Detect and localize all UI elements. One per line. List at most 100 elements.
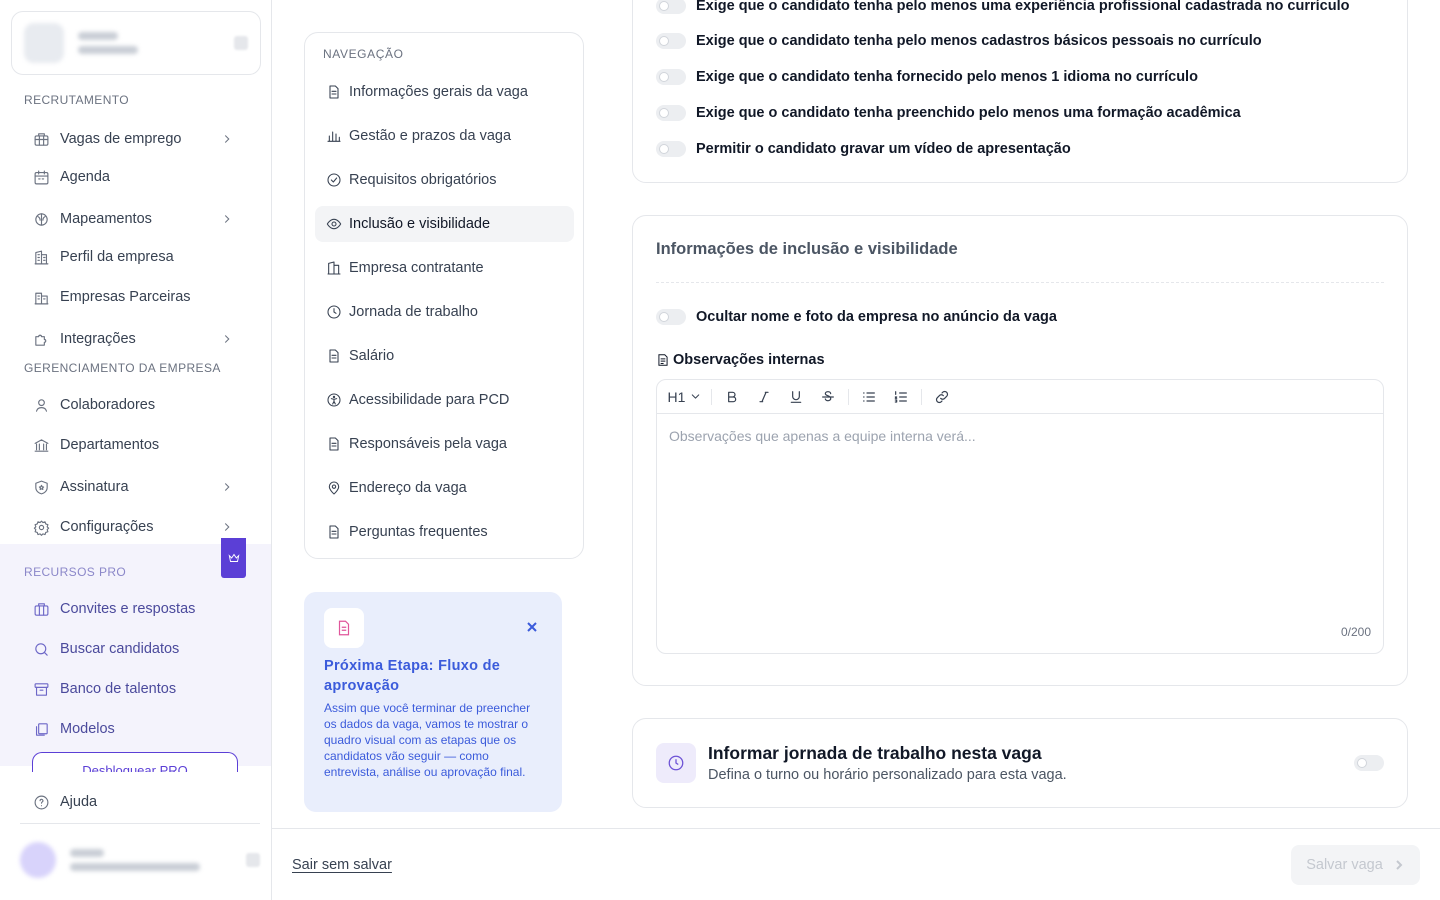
bank-icon xyxy=(32,436,50,454)
briefcase-icon xyxy=(32,130,50,148)
work-schedule-title: Informar jornada de trabalho nesta vaga xyxy=(708,743,1042,763)
sidebar-item-modelos[interactable]: Modelos xyxy=(32,714,244,744)
sidebar-item-banco[interactable]: Banco de talentos xyxy=(32,674,244,704)
bullet-list-button[interactable] xyxy=(857,385,881,409)
bold-button[interactable] xyxy=(720,385,744,409)
toggle-row-video: Permitir o candidato gravar um vídeo de … xyxy=(656,139,1071,159)
subnav-item-jornada[interactable]: Jornada de trabalho xyxy=(315,294,574,330)
link-button[interactable] xyxy=(930,385,954,409)
sidebar-item-assinatura[interactable]: Assinatura xyxy=(32,472,244,502)
subnav-item-inclusao-visibilidade[interactable]: Inclusão e visibilidade xyxy=(315,206,574,242)
building-icon xyxy=(325,259,343,277)
chevron-right-icon xyxy=(220,132,234,146)
chevron-right-icon xyxy=(220,480,234,494)
ordered-list-icon xyxy=(894,390,907,403)
toggle-switch[interactable] xyxy=(656,105,686,121)
toggle-row-cadastros: Exige que o candidato tenha pelo menos c… xyxy=(656,31,1262,51)
toggle-switch[interactable] xyxy=(656,33,686,49)
sidebar-item-convites[interactable]: Convites e respostas xyxy=(32,594,244,624)
sidebar-item-ajuda[interactable]: Ajuda xyxy=(32,787,244,817)
exit-without-saving-link[interactable]: Sair sem salvar xyxy=(292,857,392,873)
sidebar-item-buscar[interactable]: Buscar candidatos xyxy=(32,634,244,664)
section-label-gerenciamento: GERENCIAMENTO DA EMPRESA xyxy=(24,361,221,375)
subnav-item-responsaveis[interactable]: Responsáveis pela vaga xyxy=(315,426,574,462)
close-icon[interactable] xyxy=(526,620,540,634)
clock-icon xyxy=(656,743,696,783)
form-section-navigation: NAVEGAÇÃO Informações gerais da vaga Ges… xyxy=(304,32,584,559)
subnav-item-gestao-prazos[interactable]: Gestão e prazos da vaga xyxy=(315,118,574,154)
sidebar-item-parceiras[interactable]: Empresas Parceiras xyxy=(32,282,244,312)
navigation-title: NAVEGAÇÃO xyxy=(323,47,404,61)
sidebar-item-agenda[interactable]: Agenda xyxy=(32,162,244,192)
toggle-switch[interactable] xyxy=(656,141,686,157)
divider xyxy=(656,282,1384,283)
puzzle-icon xyxy=(32,330,50,348)
archive-icon xyxy=(32,680,50,698)
clock-icon xyxy=(325,303,343,321)
subnav-item-acessibilidade[interactable]: Acessibilidade para PCD xyxy=(315,382,574,418)
strikethrough-icon xyxy=(822,390,834,401)
document-icon xyxy=(324,608,364,648)
toggle-row-idioma: Exige que o candidato tenha fornecido pe… xyxy=(656,67,1198,87)
sidebar-item-configuracoes[interactable]: Configurações xyxy=(32,512,244,542)
link-icon xyxy=(935,390,949,403)
avatar xyxy=(20,842,56,878)
eye-icon xyxy=(325,215,343,233)
strikethrough-button[interactable] xyxy=(816,385,840,409)
section-label-recrutamento: RECRUTAMENTO xyxy=(24,93,130,107)
toggle-switch[interactable] xyxy=(656,69,686,85)
gear-icon xyxy=(32,518,50,536)
bold-icon xyxy=(728,391,737,402)
map-pin-icon xyxy=(325,479,343,497)
subnav-item-empresa-contratante[interactable]: Empresa contratante xyxy=(315,250,574,286)
bar-chart-icon xyxy=(325,127,343,145)
calendar-icon xyxy=(32,168,50,186)
heading-select[interactable]: H1 xyxy=(667,385,703,409)
subnav-item-perguntas[interactable]: Perguntas frequentes xyxy=(315,514,574,550)
subnav-item-salario[interactable]: Salário xyxy=(315,338,574,374)
sidebar-item-departamentos[interactable]: Departamentos xyxy=(32,430,244,460)
brain-icon xyxy=(32,210,50,228)
italic-icon xyxy=(759,391,769,402)
sidebar-item-integracoes[interactable]: Integrações xyxy=(32,324,244,354)
notes-label: Observações internas xyxy=(656,352,825,368)
document-icon xyxy=(325,347,343,365)
work-schedule-description: Defina o turno ou horário personalizado … xyxy=(708,767,1067,783)
chevron-right-icon xyxy=(220,520,234,534)
toggle-switch[interactable] xyxy=(656,0,686,14)
chevron-icon xyxy=(246,853,260,867)
underline-icon xyxy=(790,390,802,403)
section-title: Informações de inclusão e visibilidade xyxy=(656,240,958,258)
subnav-item-requisitos[interactable]: Requisitos obrigatórios xyxy=(315,162,574,198)
shield-star-icon xyxy=(32,478,50,496)
work-schedule-toggle[interactable] xyxy=(1354,755,1384,771)
subnav-item-informacoes-gerais[interactable]: Informações gerais da vaga xyxy=(315,74,574,110)
sidebar-item-colaboradores[interactable]: Colaboradores xyxy=(32,390,244,420)
accessibility-icon xyxy=(325,391,343,409)
save-job-button[interactable]: Salvar vaga xyxy=(1291,845,1420,885)
underline-button[interactable] xyxy=(784,385,808,409)
chevron-right-icon xyxy=(1396,860,1403,870)
italic-button[interactable] xyxy=(752,385,776,409)
toggle-row-ocultar: Ocultar nome e foto da empresa no anúnci… xyxy=(656,307,1057,327)
rich-text-editor: H1 Observações que apenas a equipe inter… xyxy=(656,379,1384,654)
chevron-icon xyxy=(234,36,248,50)
section-label-pro: RECURSOS PRO xyxy=(24,565,127,579)
sidebar-item-perfil[interactable]: Perfil da empresa xyxy=(32,242,244,272)
divider xyxy=(20,823,260,824)
character-counter: 0/200 xyxy=(1340,625,1371,639)
copy-icon xyxy=(32,720,50,738)
user-profile-menu[interactable] xyxy=(20,838,260,882)
sidebar-item-vagas[interactable]: Vagas de emprego xyxy=(32,124,244,154)
chevron-down-icon xyxy=(692,394,700,399)
sidebar-item-mapeamentos[interactable]: Mapeamentos xyxy=(32,204,244,234)
toggle-switch[interactable] xyxy=(656,309,686,325)
ordered-list-button[interactable] xyxy=(889,385,913,409)
company-account-switcher[interactable] xyxy=(11,11,261,75)
unlock-pro-button[interactable]: Desbloquear PRO xyxy=(32,752,238,772)
editor-toolbar: H1 xyxy=(657,380,1383,414)
notes-textarea[interactable]: Observações que apenas a equipe interna … xyxy=(669,428,976,444)
subnav-item-endereco[interactable]: Endereço da vaga xyxy=(315,470,574,506)
company-avatar xyxy=(24,23,64,63)
briefcase-icon xyxy=(32,600,50,618)
